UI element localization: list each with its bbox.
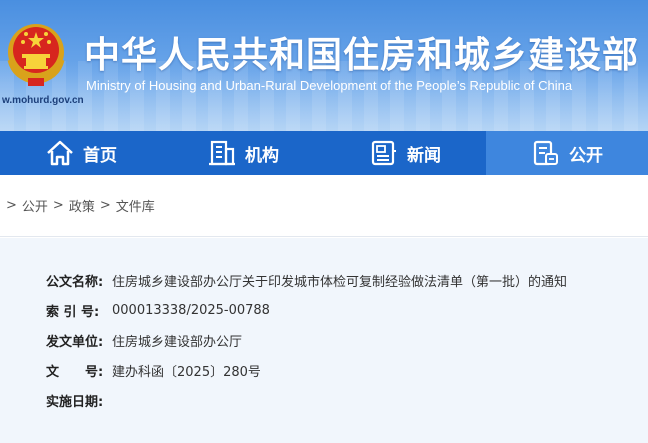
info-row-issuer: 发文单位: 住房城乡建设部办公厅 [0,325,648,355]
breadcrumb-separator: > [6,198,17,213]
national-emblem-icon [7,24,65,86]
info-row-index: 索 引 号: 000013338/2025-00788 [0,295,648,325]
home-icon [47,140,73,166]
info-label: 发文单位: [46,334,104,350]
site-url[interactable]: w.mohurd.gov.cn [2,95,84,106]
info-value: 建办科函〔2025〕280号 [112,364,261,380]
breadcrumb-separator: > [52,198,64,213]
nav-item-home[interactable]: 首页 [0,131,162,175]
breadcrumb-item-policy[interactable]: 政策 [69,196,95,215]
info-value: 000013338/2025-00788 [112,302,270,318]
site-title-cn[interactable]: 中华人民共和国住房和城乡建设部 [84,26,639,78]
document-icon [533,140,558,166]
breadcrumb: > 公开 > 政策 > 文件库 [0,175,648,237]
info-value: 住房城乡建设部办公厅关于印发城市体检可复制经验做法清单（第一批）的通知 [112,274,568,290]
info-row-title: 公文名称: 住房城乡建设部办公厅关于印发城市体检可复制经验做法清单（第一批）的通… [0,265,648,295]
nav-item-label: 机构 [245,145,279,166]
nav-item-label: 公开 [569,145,603,166]
site-title-en: Ministry of Housing and Urban-Rural Deve… [86,78,573,93]
document-info-panel: 公文名称: 住房城乡建设部办公厅关于印发城市体检可复制经验做法清单（第一批）的通… [0,238,648,443]
info-label: 索 引 号: [46,304,100,320]
info-value: 住房城乡建设部办公厅 [112,334,243,350]
info-row-effective-date: 实施日期: [0,385,648,415]
nav-item-label: 首页 [83,145,117,166]
info-label: 公文名称: [46,274,104,290]
site-header: w.mohurd.gov.cn 中华人民共和国住房和城乡建设部 Ministry… [0,0,648,131]
breadcrumb-separator: > [99,198,111,213]
main-nav: 首页 机构 新闻 公开 [0,131,648,175]
nav-item-news[interactable]: 新闻 [324,131,486,175]
nav-item-organization[interactable]: 机构 [162,131,324,175]
info-label: 文 号: [46,364,104,380]
news-icon [371,140,396,166]
info-label: 实施日期: [46,394,104,410]
nav-item-public[interactable]: 公开 [486,131,648,175]
building-icon [209,140,235,166]
breadcrumb-item-public[interactable]: 公开 [22,196,48,215]
info-row-doc-number: 文 号: 建办科函〔2025〕280号 [0,355,648,385]
breadcrumb-item-library[interactable]: 文件库 [116,196,155,215]
nav-item-label: 新闻 [407,145,441,166]
